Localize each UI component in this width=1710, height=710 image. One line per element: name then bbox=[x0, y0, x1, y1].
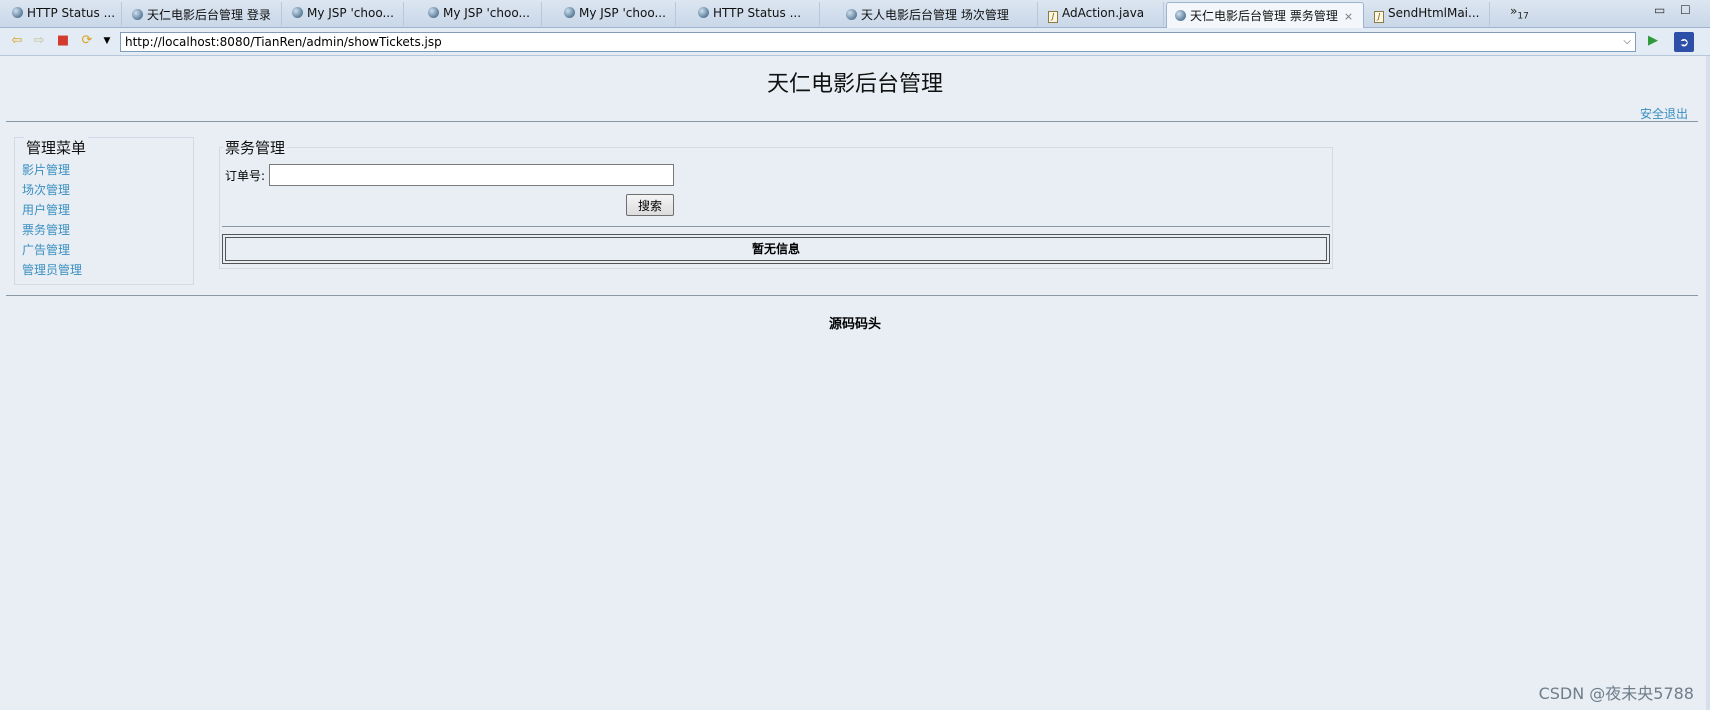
globe-icon bbox=[132, 9, 143, 20]
menu-link-users[interactable]: 用户管理 bbox=[22, 203, 70, 217]
browser-tab-bar: HTTP Status ... 天仁电影后台管理 登录 My JSP 'choo… bbox=[0, 0, 1710, 28]
go-icon[interactable]: ▶ bbox=[1646, 34, 1660, 48]
footer-text: 源码码头 bbox=[828, 317, 881, 332]
tab-label: HTTP Status ... bbox=[27, 6, 116, 20]
divider bbox=[222, 226, 1330, 227]
browser-tab-active[interactable]: 天仁电影后台管理 票务管理 ⨯ bbox=[1166, 2, 1364, 28]
close-icon[interactable]: ⨯ bbox=[1344, 10, 1353, 23]
browser-tab[interactable]: 天人电影后台管理 场次管理 bbox=[838, 2, 1038, 26]
globe-icon bbox=[428, 7, 439, 18]
tab-label: SendHtmlMai... bbox=[1388, 6, 1480, 20]
menu-link-admins[interactable]: 管理员管理 bbox=[22, 263, 82, 277]
scrollbar[interactable] bbox=[1706, 56, 1710, 710]
back-icon[interactable]: ⇦ bbox=[10, 34, 24, 48]
search-button[interactable]: 搜索 bbox=[626, 194, 674, 216]
tab-label: 天仁电影后台管理 票务管理 bbox=[1190, 9, 1338, 23]
order-number-label: 订单号: bbox=[225, 169, 266, 183]
minimize-icon[interactable]: ▭ bbox=[1654, 3, 1665, 17]
browser-tab[interactable]: My JSP 'choo... bbox=[556, 2, 676, 26]
menu-item: 管理员管理 bbox=[22, 260, 82, 280]
page-title: 天仁电影后台管理 bbox=[766, 72, 943, 97]
logout-link[interactable]: 安全退出 bbox=[1640, 105, 1688, 122]
forward-icon[interactable]: ⇨ bbox=[32, 34, 46, 48]
tab-label: 天人电影后台管理 场次管理 bbox=[861, 8, 1009, 22]
browser-tab[interactable]: My JSP 'choo... bbox=[284, 2, 404, 26]
menu-item: 用户管理 bbox=[22, 200, 82, 220]
globe-icon bbox=[698, 7, 709, 18]
tab-label: My JSP 'choo... bbox=[579, 6, 666, 20]
browser-tab[interactable]: J AdAction.java bbox=[1040, 2, 1164, 26]
maximize-icon[interactable]: ☐ bbox=[1680, 3, 1691, 17]
divider bbox=[6, 121, 1698, 122]
overflow-count: 17 bbox=[1517, 11, 1529, 22]
watermark: CSDN @夜未央5788 bbox=[1538, 684, 1694, 703]
browser-logo-icon[interactable]: ➲ bbox=[1674, 32, 1694, 52]
tab-label: AdAction.java bbox=[1062, 6, 1145, 20]
globe-icon bbox=[1175, 10, 1186, 21]
tab-overflow-button[interactable]: »17 bbox=[1510, 4, 1529, 21]
globe-icon bbox=[292, 7, 303, 18]
menu-link-ads[interactable]: 广告管理 bbox=[22, 243, 70, 257]
java-file-icon: J bbox=[1048, 11, 1058, 23]
results-table: 暂无信息 bbox=[222, 234, 1330, 264]
address-bar[interactable]: http://localhost:8080/TianRen/admin/show… bbox=[120, 32, 1636, 52]
menu-link-tickets[interactable]: 票务管理 bbox=[22, 223, 70, 237]
ticket-legend: 票务管理 bbox=[223, 137, 288, 158]
browser-tab[interactable]: My JSP 'choo... bbox=[420, 2, 542, 26]
chevron-down-icon[interactable]: ⌵ bbox=[1623, 33, 1631, 51]
chevron-down-icon[interactable]: ▼ bbox=[100, 34, 114, 48]
divider bbox=[6, 295, 1698, 296]
order-number-input[interactable] bbox=[269, 164, 674, 186]
browser-tab[interactable]: HTTP Status ... bbox=[4, 2, 122, 26]
tab-label: My JSP 'choo... bbox=[443, 6, 530, 20]
tab-label: HTTP Status ... bbox=[713, 6, 802, 20]
menu-item: 影片管理 bbox=[22, 160, 82, 180]
refresh-icon[interactable]: ⟳ bbox=[80, 34, 94, 48]
url-text: http://localhost:8080/TianRen/admin/show… bbox=[125, 35, 442, 49]
menu-legend: 管理菜单 bbox=[24, 137, 89, 158]
menu-item: 票务管理 bbox=[22, 220, 82, 240]
browser-toolbar: ⇦ ⇨ ■ ⟳ ▼ http://localhost:8080/TianRen/… bbox=[0, 28, 1710, 56]
menu-item: 广告管理 bbox=[22, 240, 82, 260]
globe-icon bbox=[846, 9, 857, 20]
tab-label: 天仁电影后台管理 登录 bbox=[147, 8, 271, 22]
browser-tab[interactable]: J SendHtmlMai... bbox=[1366, 2, 1490, 26]
empty-message: 暂无信息 bbox=[225, 237, 1327, 261]
menu-link-films[interactable]: 影片管理 bbox=[22, 163, 70, 177]
browser-tab[interactable]: HTTP Status ... bbox=[690, 2, 820, 26]
globe-icon bbox=[564, 7, 575, 18]
tab-label: My JSP 'choo... bbox=[307, 6, 394, 20]
globe-icon bbox=[12, 7, 23, 18]
menu-item: 场次管理 bbox=[22, 180, 82, 200]
browser-tab[interactable]: 天仁电影后台管理 登录 bbox=[124, 2, 282, 26]
admin-menu: 影片管理 场次管理 用户管理 票务管理 广告管理 管理员管理 bbox=[22, 160, 82, 280]
java-file-icon: J bbox=[1374, 11, 1384, 23]
stop-icon[interactable]: ■ bbox=[56, 34, 70, 48]
menu-link-screenings[interactable]: 场次管理 bbox=[22, 183, 70, 197]
